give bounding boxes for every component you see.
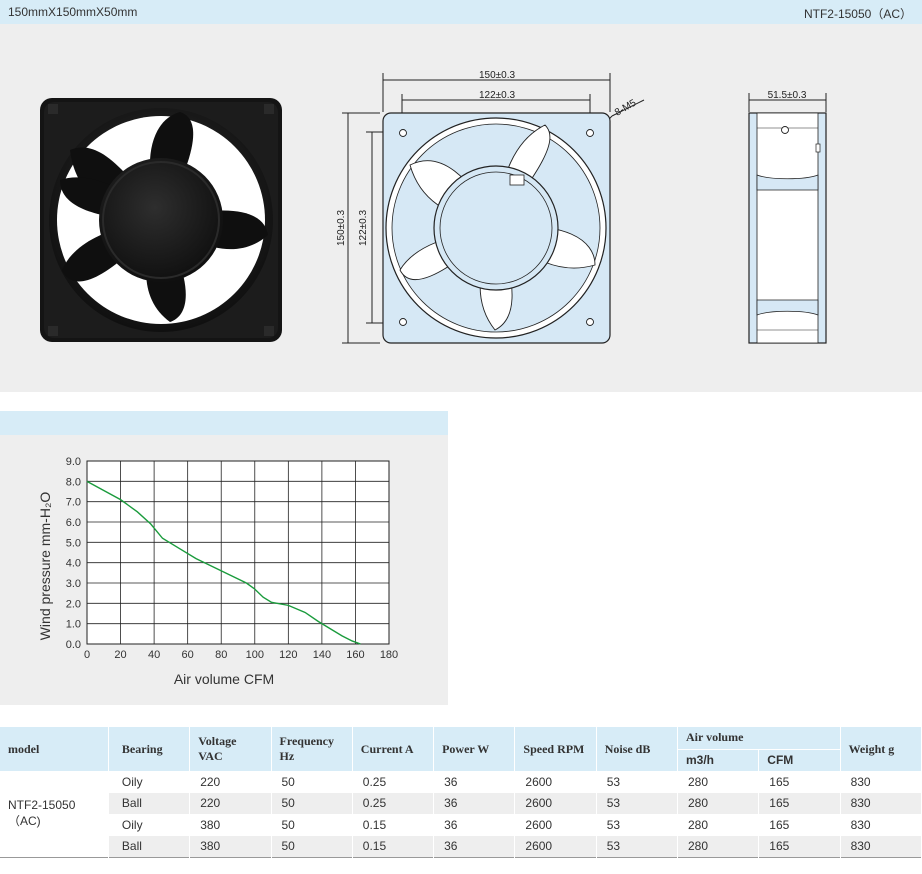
th-cfm: CFM xyxy=(758,748,841,771)
cell-cfm: 165 xyxy=(758,835,841,857)
th-model: model xyxy=(0,727,109,771)
cell-frequency: 50 xyxy=(271,792,353,814)
x-tick-label: 140 xyxy=(313,649,331,661)
fan-model: NTF2-15050（AC） xyxy=(803,7,912,21)
x-tick-label: 20 xyxy=(114,649,126,661)
cell-power: 36 xyxy=(433,835,516,857)
cell-bearing: Ball xyxy=(108,835,191,857)
technical-drawing: 150±0.3 122±0.3 8-M5 150±0.3 122±0.3 51.… xyxy=(40,70,827,344)
th-frequency: Frequency Hz xyxy=(271,727,353,771)
cell-current: 0.25 xyxy=(352,792,435,814)
chart-panel: 0 20 40 60 80 100 120 140 160 180 0.0 1.0 2.0 3.0 4.0 5… xyxy=(0,435,448,705)
y-tick-label: 6.0 xyxy=(66,517,81,529)
front-view-body xyxy=(382,112,611,344)
cell-m3h: 280 xyxy=(677,792,760,814)
y-tick-label: 0.0 xyxy=(66,639,81,651)
cell-cfm: 165 xyxy=(758,814,841,836)
cell-bearing: Oily xyxy=(108,814,191,836)
y-tick-label: 3.0 xyxy=(66,578,81,590)
cell-weight: 830 xyxy=(840,814,922,836)
cell-frequency: 50 xyxy=(271,835,353,857)
chart-header xyxy=(0,411,448,435)
cell-speed: 2600 xyxy=(514,835,597,857)
cell-bearing: Oily xyxy=(108,771,191,793)
cell-noise: 53 xyxy=(596,771,678,793)
cell-weight: 830 xyxy=(840,835,922,857)
cell-voltage: 380 xyxy=(189,814,272,836)
y-tick-label: 8.0 xyxy=(66,476,81,488)
top-bar: 150mmX150mmX50mm NTF2-15050（AC） xyxy=(0,0,922,24)
x-tick-label: 160 xyxy=(346,649,364,661)
cell-power: 36 xyxy=(433,792,516,814)
cell-voltage: 220 xyxy=(189,771,272,793)
x-tick-label: 120 xyxy=(279,649,297,661)
cell-power: 36 xyxy=(433,814,516,836)
cell-bearing: Ball xyxy=(108,792,191,814)
x-tick-label: 0 xyxy=(84,649,90,661)
cell-power: 36 xyxy=(433,771,516,793)
spec-table: model Bearing Voltage VAC Frequency Hz C… xyxy=(0,727,922,858)
cell-frequency: 50 xyxy=(271,814,353,836)
cell-noise: 53 xyxy=(596,792,678,814)
table-row: Ball 380 50 0.15 36 2600 53 280 165 830 xyxy=(0,835,922,857)
cell-voltage: 380 xyxy=(189,835,272,857)
cell-cfm: 165 xyxy=(758,792,841,814)
x-tick-label: 180 xyxy=(380,649,398,661)
cell-current: 0.15 xyxy=(352,835,435,857)
cell-weight: 830 xyxy=(840,792,922,814)
y-tick-label: 1.0 xyxy=(66,619,81,631)
model-cell: NTF2-15050（AC) xyxy=(0,771,109,857)
cell-m3h: 280 xyxy=(677,835,760,857)
table-row: NTF2-15050（AC) Oily 220 50 0.25 36 2600 53 280 16… xyxy=(0,771,922,857)
y-tick-label: 9.0 xyxy=(66,456,81,468)
th-speed: Speed RPM xyxy=(514,727,597,771)
plot-area xyxy=(86,460,390,645)
cell-noise: 53 xyxy=(596,835,678,857)
cell-current: 0.15 xyxy=(352,814,435,836)
dim-holes: 8-M5 xyxy=(613,97,639,118)
th-bearing: Bearing xyxy=(108,727,191,771)
cell-speed: 2600 xyxy=(514,814,597,836)
th-noise: Noise dB xyxy=(596,727,678,771)
fan-size: 150mmX150mmX50mm xyxy=(8,5,138,19)
y-tick-label: 5.0 xyxy=(66,537,81,549)
th-power: Power W xyxy=(433,727,516,771)
x-tick-label: 80 xyxy=(215,649,227,661)
th-current: Current A xyxy=(352,727,435,771)
cell-frequency: 50 xyxy=(271,771,353,793)
th-voltage: Voltage VAC xyxy=(189,727,272,771)
cell-voltage: 220 xyxy=(189,792,272,814)
dim-outer-width: 150±0.3 xyxy=(479,70,516,81)
side-view-drawing: 51.5±0.3 xyxy=(748,90,827,344)
th-air-volume: Air volume xyxy=(677,727,841,749)
chart-grid xyxy=(86,460,390,645)
th-m3h: m3/h xyxy=(677,748,760,771)
cell-speed: 2600 xyxy=(514,792,597,814)
dim-inner-width: 122±0.3 xyxy=(479,90,516,101)
cell-speed: 2600 xyxy=(514,771,597,793)
pq-curve-chart: 0 20 40 60 80 100 120 140 160 180 0.0 1.0 2.0 3.0 4.0 5… xyxy=(37,456,398,687)
drawing-panel: 150±0.3 122±0.3 8-M5 150±0.3 122±0.3 51.… xyxy=(0,24,922,392)
dim-inner-height: 122±0.3 xyxy=(358,210,369,247)
cell-noise: 53 xyxy=(596,814,678,836)
y-tick-label: 2.0 xyxy=(66,598,81,610)
x-tick-label: 60 xyxy=(182,649,194,661)
y-axis-label: Wind pressure mm-H₂O xyxy=(37,492,53,641)
fan-photo xyxy=(40,98,282,342)
dim-depth: 51.5±0.3 xyxy=(768,90,807,101)
dim-outer-height: 150±0.3 xyxy=(336,210,347,247)
cell-cfm: 165 xyxy=(758,771,841,793)
x-axis-label: Air volume CFM xyxy=(174,671,274,687)
table-row: Oily 380 50 0.15 36 2600 53 280 165 830 xyxy=(0,814,922,836)
th-weight: Weight g xyxy=(840,727,922,771)
y-tick-label: 4.0 xyxy=(66,558,81,570)
cell-m3h: 280 xyxy=(677,771,760,793)
cell-m3h: 280 xyxy=(677,814,760,836)
y-tick-label: 7.0 xyxy=(66,497,81,509)
cell-weight: 830 xyxy=(840,771,922,793)
x-tick-label: 40 xyxy=(148,649,160,661)
x-tick-label: 100 xyxy=(246,649,264,661)
table-row: Ball 220 50 0.25 36 2600 53 280 165 830 xyxy=(0,792,922,814)
cell-current: 0.25 xyxy=(352,771,435,793)
